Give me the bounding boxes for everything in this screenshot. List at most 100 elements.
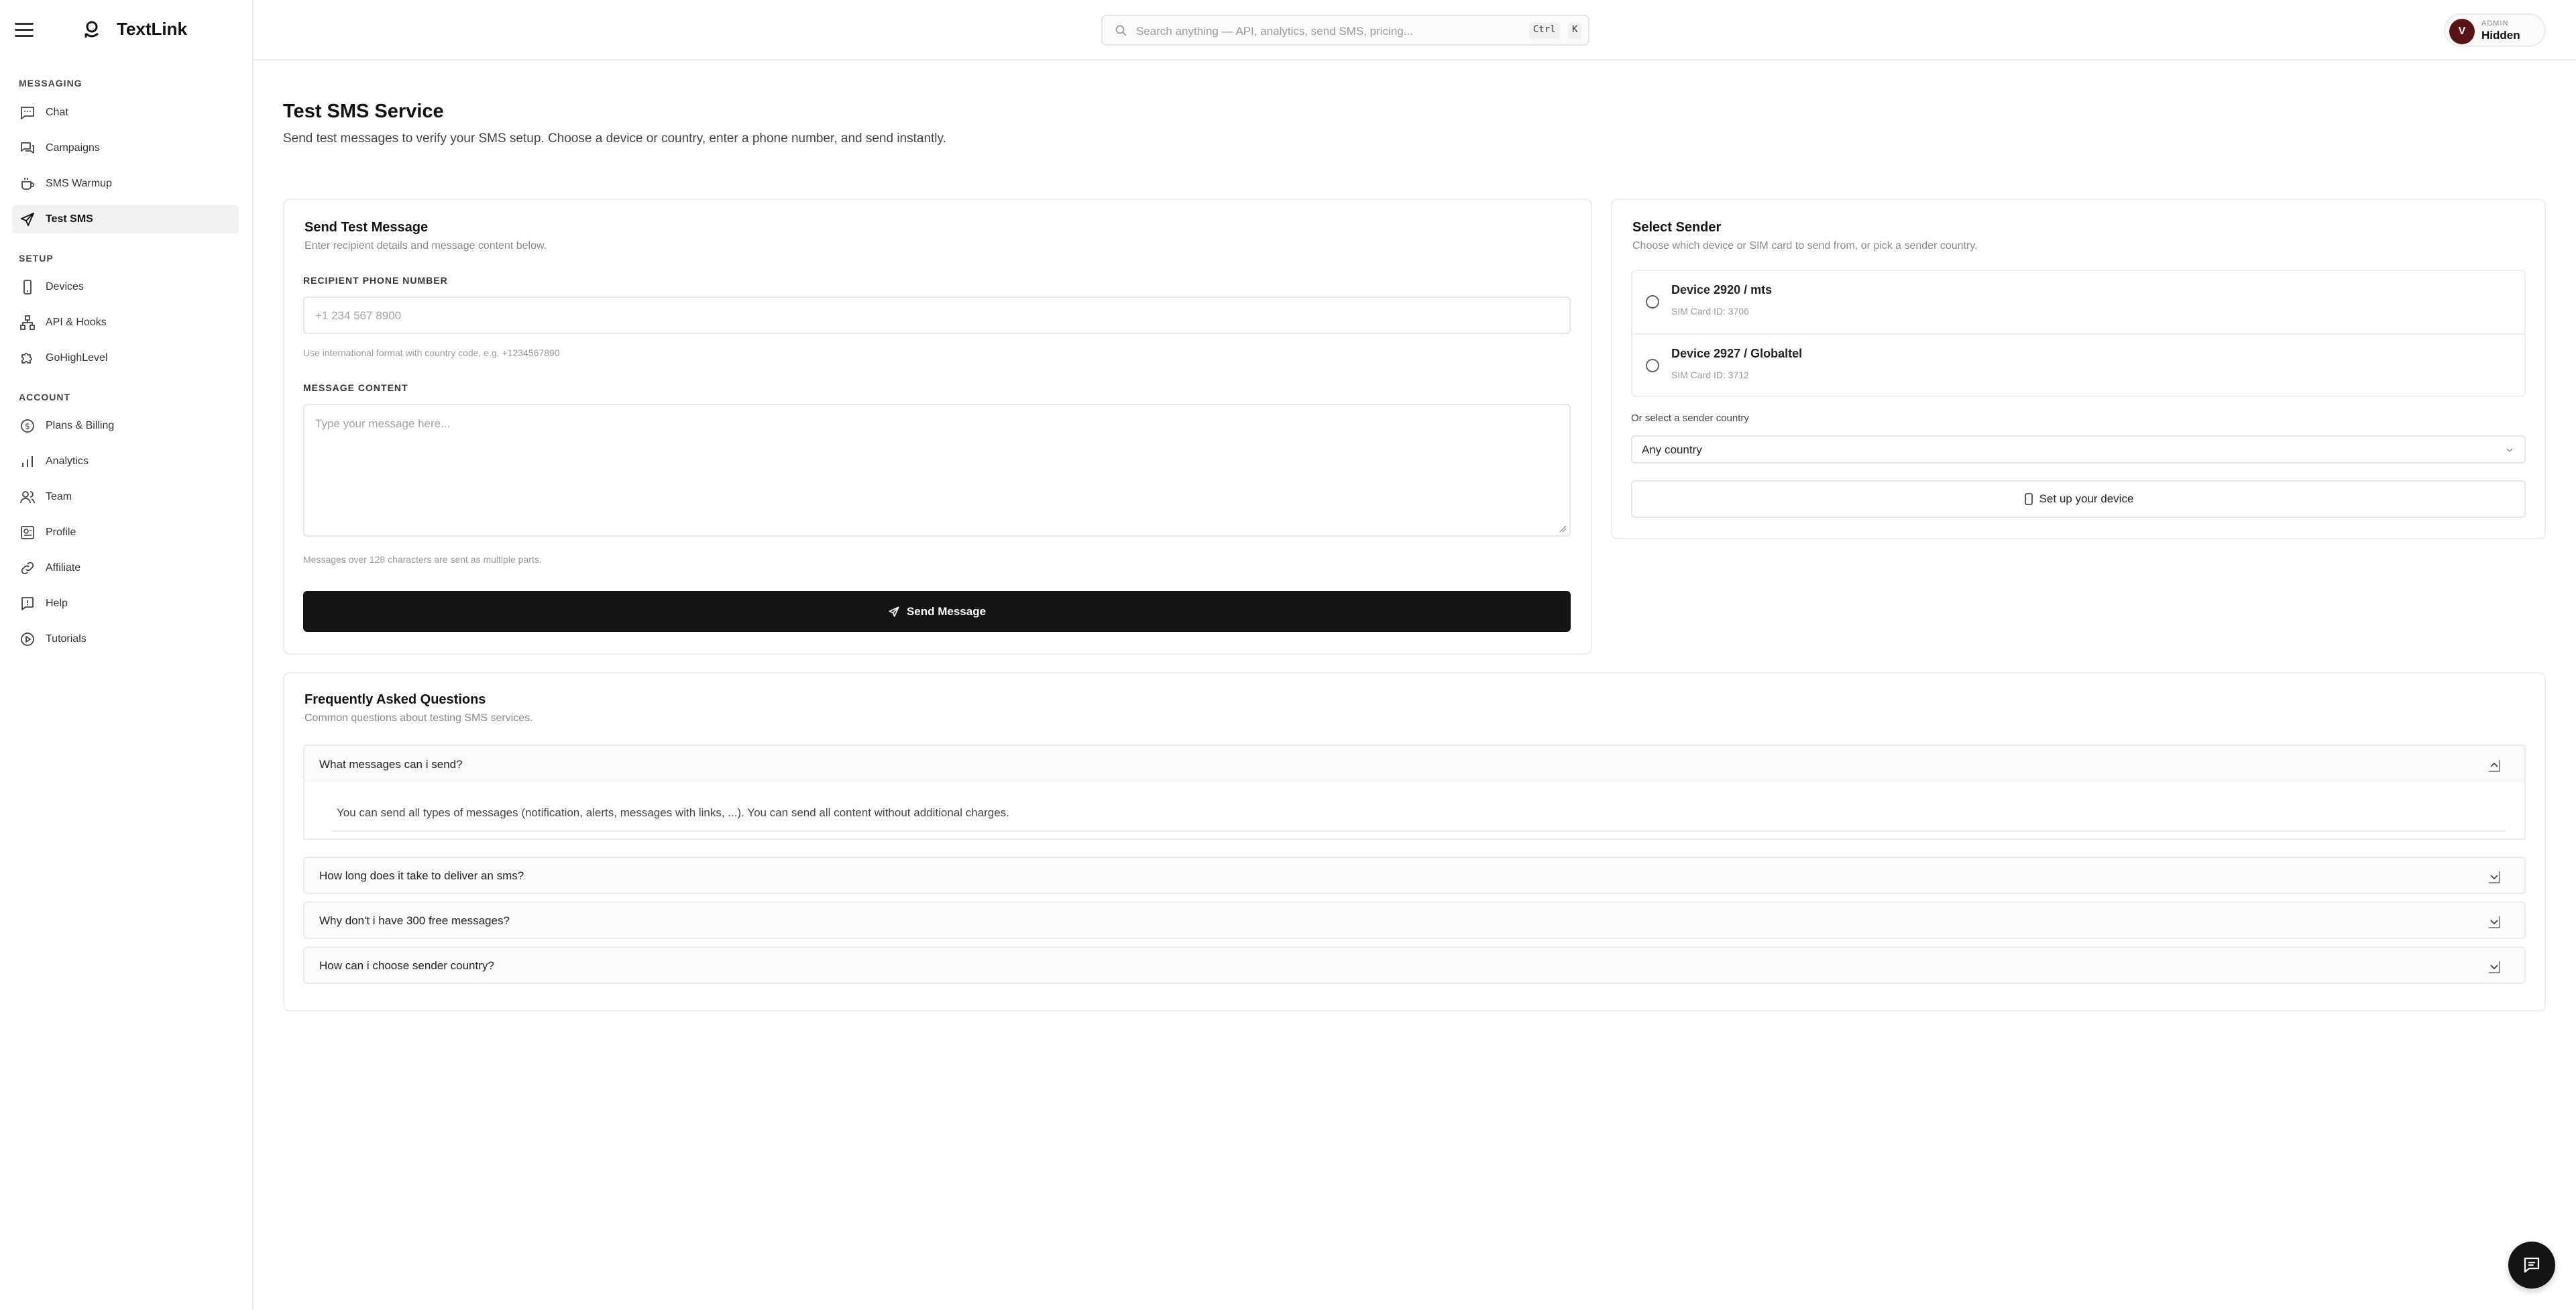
sidebar-item-label: API & Hooks bbox=[46, 317, 107, 328]
section-label-messaging: MESSAGING bbox=[19, 78, 82, 89]
device-name: Device 2920 / mts bbox=[1671, 283, 1773, 296]
sidebar-item-plans-billing[interactable]: $ Plans & Billing bbox=[12, 412, 239, 440]
topbar: Search anything — API, analytics, send S… bbox=[254, 0, 2576, 60]
sidebar-item-label: Devices bbox=[46, 281, 84, 292]
sidebar-item-help[interactable]: Help bbox=[12, 590, 239, 618]
country-label: Or select a sender country bbox=[1631, 413, 1749, 424]
app-name: TextLink bbox=[117, 19, 187, 39]
country-select[interactable]: Any country bbox=[1631, 435, 2526, 463]
chevron-up-icon bbox=[2489, 760, 2500, 772]
card-subtitle: Choose which device or SIM card to send … bbox=[1632, 240, 1978, 252]
sidebar-item-affiliate[interactable]: Affiliate bbox=[12, 554, 239, 582]
sidebar-item-campaigns[interactable]: Campaigns bbox=[12, 134, 239, 162]
svg-text:$: $ bbox=[25, 422, 30, 431]
user-role: ADMIN bbox=[2481, 19, 2509, 28]
phone-icon bbox=[19, 278, 36, 296]
sidebar-item-team[interactable]: Team bbox=[12, 483, 239, 511]
faq-answer-text: You can send all types of messages (noti… bbox=[337, 806, 1009, 819]
message-hint: Messages over 128 characters are sent as… bbox=[303, 554, 542, 565]
page-description: Send test messages to verify your SMS se… bbox=[283, 131, 946, 146]
cup-icon bbox=[19, 175, 36, 193]
sidebar-item-label: Team bbox=[46, 491, 72, 502]
phone-icon bbox=[2024, 493, 2033, 505]
send-icon bbox=[889, 606, 899, 617]
sidebar-item-label: GoHighLevel bbox=[46, 352, 108, 364]
profile-icon bbox=[19, 524, 36, 541]
users-icon bbox=[19, 488, 36, 506]
card-title: Send Test Message bbox=[304, 220, 429, 235]
sidebar-item-label: Test SMS bbox=[46, 213, 93, 225]
search-icon bbox=[1115, 25, 1127, 36]
app-root: TextLink MESSAGING Chat Campaigns SMS Wa… bbox=[0, 0, 2576, 1310]
section-label-account: ACCOUNT bbox=[19, 392, 70, 402]
device-sim: SIM Card ID: 3706 bbox=[1671, 306, 1749, 317]
sidebar-item-test-sms[interactable]: Test SMS bbox=[12, 205, 239, 233]
radio-button[interactable] bbox=[1646, 295, 1659, 309]
sidebar-item-label: Campaigns bbox=[46, 142, 100, 154]
sidebar-item-chat[interactable]: Chat bbox=[12, 99, 239, 127]
phone-input[interactable]: +1 234 567 8900 bbox=[303, 296, 1571, 334]
message-textarea[interactable]: Type your message here... bbox=[303, 404, 1571, 537]
sidebar-item-label: Help bbox=[46, 598, 68, 609]
faq-question: How can i choose sender country? bbox=[319, 959, 494, 972]
sidebar: TextLink MESSAGING Chat Campaigns SMS Wa… bbox=[0, 0, 254, 1310]
sidebar-item-sms-warmup[interactable]: SMS Warmup bbox=[12, 170, 239, 198]
device-option[interactable]: Device 2920 / mts SIM Card ID: 3706 bbox=[1632, 271, 2524, 333]
sidebar-item-devices[interactable]: Devices bbox=[12, 273, 239, 301]
user-menu[interactable]: V ADMIN Hidden bbox=[2444, 13, 2546, 47]
phone-placeholder: +1 234 567 8900 bbox=[315, 309, 402, 322]
message-label: MESSAGE CONTENT bbox=[303, 382, 408, 393]
sidebar-item-label: Profile bbox=[46, 527, 76, 538]
setup-device-button[interactable]: Set up your device bbox=[1631, 480, 2526, 518]
section-label-setup: SETUP bbox=[19, 253, 54, 264]
faq-item[interactable]: How long does it take to deliver an sms? bbox=[303, 857, 2526, 894]
faq-item[interactable]: How can i choose sender country? bbox=[303, 946, 2526, 984]
faq-question: What messages can i send? bbox=[319, 758, 463, 771]
sidebar-item-label: SMS Warmup bbox=[46, 178, 112, 189]
shortcut-k-key: K bbox=[1568, 23, 1582, 39]
sidebar-item-tutorials[interactable]: Tutorials bbox=[12, 625, 239, 653]
sidebar-item-label: Plans & Billing bbox=[46, 420, 115, 431]
menu-toggle-icon[interactable] bbox=[15, 23, 34, 38]
faq-item[interactable]: Why don't i have 300 free messages? bbox=[303, 902, 2526, 939]
search-placeholder: Search anything — API, analytics, send S… bbox=[1136, 25, 1413, 38]
chevron-down-icon bbox=[2489, 961, 2500, 973]
shortcut-ctrl-key: Ctrl bbox=[1529, 23, 1560, 39]
device-list: Device 2920 / mts SIM Card ID: 3706 Devi… bbox=[1631, 270, 2526, 397]
setup-device-label: Set up your device bbox=[2039, 492, 2134, 505]
message-placeholder: Type your message here... bbox=[315, 417, 451, 430]
phone-label: RECIPIENT PHONE NUMBER bbox=[303, 275, 448, 286]
play-icon bbox=[19, 631, 36, 648]
sidebar-item-gohighlevel[interactable]: GoHighLevel bbox=[12, 344, 239, 372]
page-title: Test SMS Service bbox=[283, 101, 444, 122]
avatar: V bbox=[2449, 19, 2475, 44]
device-option[interactable]: Device 2927 / Globaltel SIM Card ID: 371… bbox=[1632, 333, 2524, 396]
chat-bubble-icon bbox=[2524, 1257, 2540, 1273]
resize-handle-icon[interactable] bbox=[1559, 525, 1567, 533]
link-icon bbox=[19, 559, 36, 577]
chevron-down-icon bbox=[2489, 871, 2500, 883]
faq-question: Why don't i have 300 free messages? bbox=[319, 914, 510, 927]
sidebar-item-analytics[interactable]: Analytics bbox=[12, 447, 239, 476]
support-chat-button[interactable] bbox=[2508, 1242, 2555, 1289]
chevron-down-icon bbox=[2506, 448, 2513, 453]
sidebar-item-api-hooks[interactable]: API & Hooks bbox=[12, 309, 239, 337]
card-title: Frequently Asked Questions bbox=[304, 692, 486, 707]
faq-item[interactable]: What messages can i send? bbox=[303, 745, 2526, 783]
radio-button[interactable] bbox=[1646, 359, 1659, 372]
search-input[interactable]: Search anything — API, analytics, send S… bbox=[1101, 15, 1589, 46]
card-subtitle: Common questions about testing SMS servi… bbox=[304, 712, 533, 724]
dollar-icon: $ bbox=[19, 417, 36, 435]
sidebar-item-label: Tutorials bbox=[46, 633, 87, 645]
send-icon bbox=[19, 211, 36, 228]
bar-chart-icon bbox=[19, 453, 36, 470]
send-message-button[interactable]: Send Message bbox=[303, 591, 1571, 632]
sidebar-item-label: Chat bbox=[46, 107, 68, 118]
send-message-label: Send Message bbox=[906, 604, 987, 618]
faq-answer: You can send all types of messages (noti… bbox=[303, 782, 2526, 840]
card-subtitle: Enter recipient details and message cont… bbox=[304, 240, 547, 252]
sidebar-item-profile[interactable]: Profile bbox=[12, 518, 239, 547]
network-icon bbox=[19, 314, 36, 331]
help-icon bbox=[19, 595, 36, 612]
chevron-down-icon bbox=[2489, 916, 2500, 928]
